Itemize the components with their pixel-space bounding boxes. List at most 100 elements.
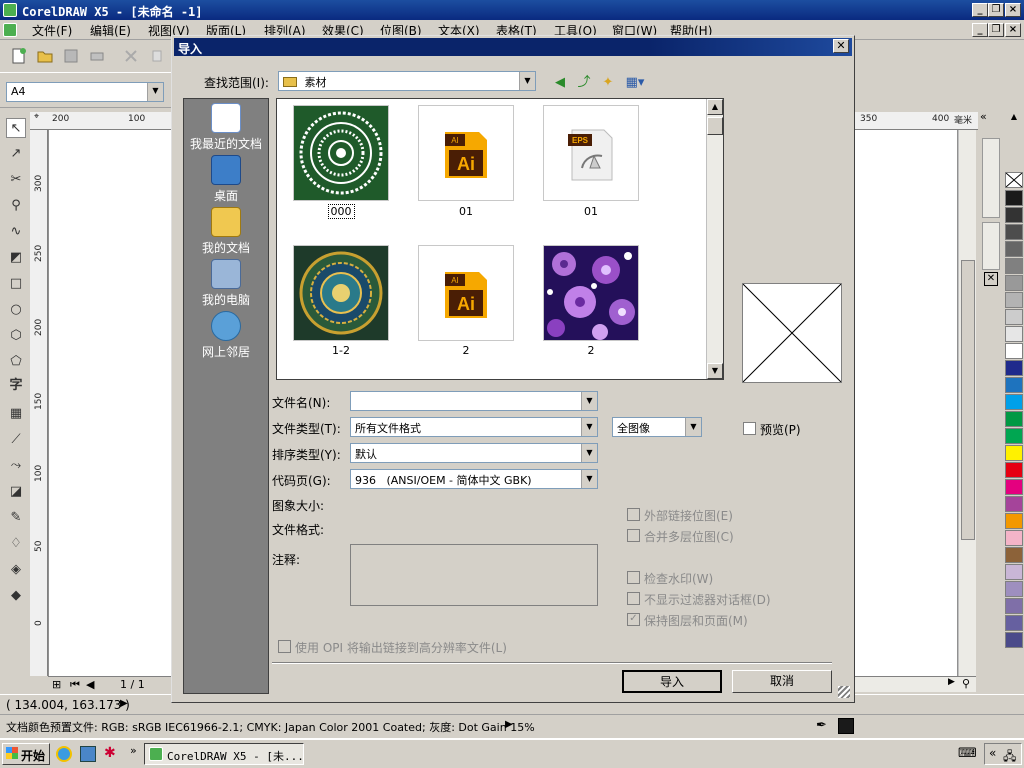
chevron-down-icon[interactable]: ▼ [581,392,597,410]
hints-tab[interactable] [982,222,1000,270]
drawing-canvas[interactable] [48,130,172,676]
maximize-button[interactable]: ❐ [988,3,1004,17]
view-menu-icon[interactable]: ▦▾ [622,73,648,93]
rectangle-tool-icon[interactable]: □ [6,274,26,294]
color-swatch[interactable] [1005,309,1023,325]
zoom-tool-icon[interactable]: ⚲ [6,196,26,216]
close-docker-icon[interactable]: ✕ [984,272,998,286]
place-network[interactable]: 网上邻居 [184,311,268,360]
status-arrow-icon[interactable]: ▶ [120,698,128,709]
file-list-scrollbar[interactable]: ▲ ▼ [706,99,723,379]
basic-shapes-icon[interactable]: ⬠ [6,352,26,372]
doc-minimize-button[interactable]: _ [972,23,988,37]
new-folder-icon[interactable]: ✦ [598,73,618,93]
network-icon[interactable]: 🖧 [1003,747,1016,768]
color-swatch[interactable] [1005,343,1023,359]
color-swatch[interactable] [1005,496,1023,512]
color-swatch[interactable] [1005,581,1023,597]
interactive-fill-icon[interactable]: ◆ [6,586,26,606]
zoom-icon[interactable]: ⚲ [962,677,970,690]
profile-arrow-icon[interactable]: ▶ [505,719,513,730]
file-list[interactable]: 000 Ai AI 01 EPS 01 1-2 Ai AI 2 2 ▲ ▼ [276,98,724,380]
first-page-icon[interactable]: ⏮ [70,678,80,692]
color-swatch[interactable] [1005,615,1023,631]
freehand-tool-icon[interactable]: ∿ [6,222,26,242]
file-thumbnail[interactable] [543,245,639,341]
outline-tool-icon[interactable]: ♢ [6,534,26,554]
tray-expand-icon[interactable]: « [989,746,996,760]
no-fill-swatch[interactable] [1005,172,1023,188]
crop-tool-icon[interactable]: ✂ [6,170,26,190]
external-link-checkbox[interactable] [627,508,640,521]
doc-restore-button[interactable]: ❐ [988,23,1004,37]
filetype-select[interactable]: 所有文件格式 ▼ [350,417,598,437]
shape-tool-icon[interactable]: ↗ [6,144,26,164]
color-swatch[interactable] [1005,462,1023,478]
ellipse-tool-icon[interactable]: ○ [6,300,26,320]
color-swatch[interactable] [1005,547,1023,563]
color-swatch[interactable] [1005,428,1023,444]
scroll-up-icon[interactable]: ▲ [707,99,723,115]
save-icon[interactable] [62,47,80,65]
color-swatch[interactable] [1005,207,1023,223]
color-swatch[interactable] [1005,360,1023,376]
close-button[interactable]: × [1005,3,1021,17]
chevron-down-icon[interactable]: ▼ [581,418,597,436]
color-swatch[interactable] [1005,445,1023,461]
sort-select[interactable]: 默认 ▼ [350,443,598,463]
color-swatch[interactable] [1005,326,1023,342]
place-desktop[interactable]: 桌面 [184,155,268,204]
quicklaunch-app-icon[interactable]: ✱ [104,745,116,761]
scrollbar-thumb[interactable] [707,117,723,135]
color-swatch[interactable] [1005,258,1023,274]
color-swatch[interactable] [1005,411,1023,427]
chevron-down-icon[interactable]: ▼ [581,470,597,488]
back-icon[interactable]: ◀ [550,73,570,93]
open-folder-icon[interactable] [36,47,54,65]
connector-tool-icon[interactable]: ⤳ [6,456,26,476]
no-filter-dialog-checkbox[interactable] [627,592,640,605]
file-name[interactable]: 01 [418,205,514,218]
chevron-down-icon[interactable]: ▼ [685,418,701,436]
file-thumbnail[interactable]: Ai AI [418,245,514,341]
print-icon[interactable] [88,47,106,65]
palette-scroll-up-icon[interactable]: ▲ [1005,112,1023,121]
smart-fill-icon[interactable]: ◩ [6,248,26,268]
cancel-button[interactable]: 取消 [732,670,832,693]
menu-edit[interactable]: 编辑(E) [90,22,131,39]
browser-icon[interactable] [56,746,72,762]
prev-page-icon[interactable]: ◀ [86,678,94,691]
canvas-horizontal-scrollbar[interactable]: ▶ ⚲ [852,676,976,692]
color-swatch[interactable] [1005,598,1023,614]
look-in-select[interactable]: 素材 ▼ [278,71,536,91]
color-swatch[interactable] [1005,632,1023,648]
color-swatch[interactable] [1005,564,1023,580]
place-recent[interactable]: 我最近的文档 [184,103,268,152]
add-page-icon[interactable]: ⊞ [52,678,61,691]
start-button[interactable]: 开始 [2,743,50,765]
opi-checkbox[interactable] [278,640,291,653]
eyedropper-tool-icon[interactable]: ✎ [6,508,26,528]
outline-pen-icon[interactable]: ✒ [816,718,827,733]
import-button[interactable]: 导入 [622,670,722,693]
fill-tool-icon[interactable]: ◈ [6,560,26,580]
codepage-select[interactable]: 936 (ANSI/OEM - 简体中文 GBK) ▼ [350,469,598,489]
quicklaunch-ie-icon[interactable] [80,746,96,762]
file-name[interactable]: 1-2 [293,344,389,357]
image-mode-select[interactable]: 全图像 ▼ [612,417,702,437]
color-swatch[interactable] [1005,224,1023,240]
color-swatch[interactable] [1005,275,1023,291]
file-thumbnail[interactable]: Ai AI [418,105,514,201]
file-thumbnail[interactable] [293,245,389,341]
object-manager-tab[interactable] [982,138,1000,218]
merge-layers-checkbox[interactable] [627,529,640,542]
file-name[interactable]: 000 [293,204,389,219]
file-thumbnail[interactable]: EPS [543,105,639,201]
new-document-icon[interactable] [10,47,28,65]
color-profile-text[interactable]: 文档颜色预置文件: RGB: sRGB IEC61966-2.1; CMYK: … [6,719,535,735]
file-name[interactable]: 2 [418,344,514,357]
table-tool-icon[interactable]: ▦ [6,404,26,424]
dimension-tool-icon[interactable]: ⟋ [6,430,26,450]
blend-tool-icon[interactable]: ◪ [6,482,26,502]
drawing-canvas-right[interactable] [852,130,958,676]
